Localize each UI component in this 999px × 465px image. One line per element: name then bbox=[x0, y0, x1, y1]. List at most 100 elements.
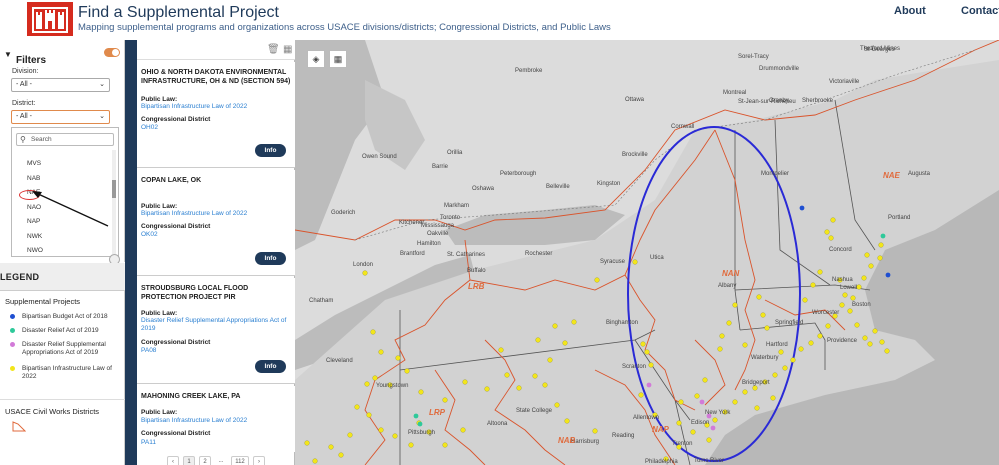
trash-icon[interactable]: 🗑 bbox=[267, 44, 280, 55]
project-dot[interactable] bbox=[825, 323, 831, 329]
project-dot[interactable] bbox=[877, 255, 883, 261]
project-dot[interactable] bbox=[413, 413, 419, 419]
project-dot[interactable] bbox=[802, 297, 808, 303]
project-dot[interactable] bbox=[312, 458, 318, 464]
project-dot[interactable] bbox=[817, 269, 823, 275]
project-dot[interactable] bbox=[338, 452, 344, 458]
grid-view-icon[interactable]: ▦ bbox=[283, 44, 292, 55]
project-dot[interactable] bbox=[772, 372, 778, 378]
info-button[interactable]: Info bbox=[255, 360, 286, 373]
project-dot[interactable] bbox=[868, 263, 874, 269]
project-dot[interactable] bbox=[778, 349, 784, 355]
page-button[interactable]: 1 bbox=[183, 456, 195, 465]
nav-about-link[interactable]: About bbox=[894, 5, 926, 17]
project-dot[interactable] bbox=[592, 428, 598, 434]
layers-icon[interactable]: ◈ bbox=[307, 50, 325, 68]
project-dot[interactable] bbox=[442, 397, 448, 403]
project-dot[interactable] bbox=[516, 385, 522, 391]
info-button[interactable]: Info bbox=[255, 252, 286, 265]
project-dot[interactable] bbox=[810, 282, 816, 288]
project-dot[interactable] bbox=[532, 373, 538, 379]
project-dot[interactable] bbox=[304, 440, 310, 446]
project-dot[interactable] bbox=[702, 377, 708, 383]
public-law-link[interactable]: Bipartisan Infrastructure Law of 2022 bbox=[141, 210, 293, 218]
project-dot[interactable] bbox=[754, 405, 760, 411]
prev-page-button[interactable]: ‹ bbox=[167, 456, 179, 465]
project-dot[interactable] bbox=[817, 333, 823, 339]
project-dot[interactable] bbox=[808, 340, 814, 346]
project-dot[interactable] bbox=[770, 395, 776, 401]
project-dot[interactable] bbox=[378, 427, 384, 433]
project-dot[interactable] bbox=[864, 252, 870, 258]
district-search-input[interactable]: ⚲ Search bbox=[16, 133, 114, 146]
project-dot[interactable] bbox=[372, 375, 378, 381]
project-dot[interactable] bbox=[417, 421, 423, 427]
project-dot[interactable] bbox=[879, 339, 885, 345]
project-dot[interactable] bbox=[547, 357, 553, 363]
project-dot[interactable] bbox=[690, 429, 696, 435]
project-dot[interactable] bbox=[392, 433, 398, 439]
district-option[interactable]: NWK bbox=[27, 233, 42, 240]
usace-castle-logo[interactable] bbox=[27, 2, 73, 36]
project-dot[interactable] bbox=[726, 320, 732, 326]
project-dot[interactable] bbox=[878, 242, 884, 248]
project-dot[interactable] bbox=[364, 381, 370, 387]
project-dot[interactable] bbox=[498, 347, 504, 353]
project-dot[interactable] bbox=[712, 417, 718, 423]
filters-toggle[interactable] bbox=[104, 48, 120, 57]
project-dot[interactable] bbox=[408, 442, 414, 448]
project-dot[interactable] bbox=[646, 382, 652, 388]
project-dot[interactable] bbox=[378, 349, 384, 355]
project-dot[interactable] bbox=[854, 322, 860, 328]
project-dot[interactable] bbox=[710, 425, 716, 431]
project-dot[interactable] bbox=[676, 420, 682, 426]
project-dot[interactable] bbox=[839, 302, 845, 308]
project-dot[interactable] bbox=[370, 329, 376, 335]
project-dot[interactable] bbox=[861, 275, 867, 281]
project-dot[interactable] bbox=[752, 385, 758, 391]
project-dot[interactable] bbox=[719, 333, 725, 339]
project-dot[interactable] bbox=[764, 325, 770, 331]
public-law-link[interactable]: Disaster Relief Supplemental Appropriati… bbox=[141, 317, 293, 333]
nav-contact-link[interactable]: Contact bbox=[961, 5, 999, 17]
project-dot[interactable] bbox=[484, 386, 490, 392]
project-dot[interactable] bbox=[756, 294, 762, 300]
page-button[interactable]: 2 bbox=[199, 456, 211, 465]
project-dot[interactable] bbox=[850, 295, 856, 301]
project-dot[interactable] bbox=[824, 229, 830, 235]
info-button[interactable]: Info bbox=[255, 144, 286, 157]
district-option[interactable]: NAB bbox=[27, 175, 40, 182]
project-dot[interactable] bbox=[418, 389, 424, 395]
project-dot[interactable] bbox=[562, 340, 568, 346]
district-option[interactable]: MVS bbox=[27, 160, 41, 167]
project-dot[interactable] bbox=[699, 399, 705, 405]
next-page-button[interactable]: › bbox=[253, 456, 265, 465]
project-dot[interactable] bbox=[328, 444, 334, 450]
division-select[interactable]: - All - ⌄ bbox=[11, 78, 110, 92]
project-dot[interactable] bbox=[552, 323, 558, 329]
project-dot[interactable] bbox=[694, 393, 700, 399]
project-dot[interactable] bbox=[867, 341, 873, 347]
project-dot[interactable] bbox=[460, 427, 466, 433]
project-dot[interactable] bbox=[594, 277, 600, 283]
project-dot[interactable] bbox=[799, 205, 805, 211]
project-dot[interactable] bbox=[535, 337, 541, 343]
project-dot[interactable] bbox=[847, 308, 853, 314]
project-dot[interactable] bbox=[632, 259, 638, 265]
map-view[interactable]: Pembroke Ottawa Montreal St-Jean-sur-Richel… bbox=[295, 40, 999, 465]
project-dot[interactable] bbox=[856, 284, 862, 290]
project-dot[interactable] bbox=[732, 302, 738, 308]
public-law-link[interactable]: Bipartisan Infrastructure Law of 2022 bbox=[141, 103, 293, 111]
project-dot[interactable] bbox=[644, 349, 650, 355]
project-dot[interactable] bbox=[862, 335, 868, 341]
project-dot[interactable] bbox=[678, 399, 684, 405]
collapse-caret-icon[interactable]: ▼ bbox=[4, 50, 12, 59]
project-dot[interactable] bbox=[742, 389, 748, 395]
project-dot[interactable] bbox=[884, 348, 890, 354]
project-dot[interactable] bbox=[717, 346, 723, 352]
project-dot[interactable] bbox=[872, 328, 878, 334]
project-dot[interactable] bbox=[885, 272, 891, 278]
project-dot[interactable] bbox=[830, 217, 836, 223]
project-dot[interactable] bbox=[782, 365, 788, 371]
project-dot[interactable] bbox=[366, 412, 372, 418]
